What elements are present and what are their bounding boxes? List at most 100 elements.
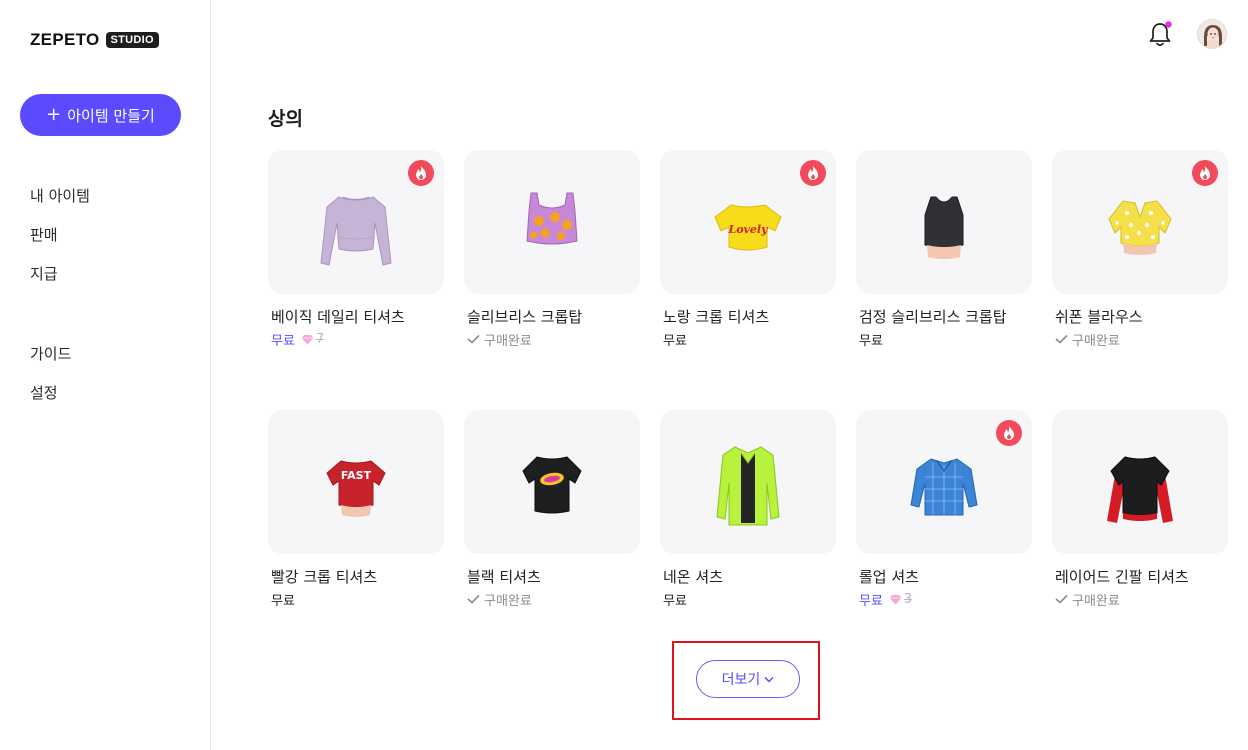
gem-icon bbox=[889, 594, 902, 604]
item-card[interactable]: 레이어드 긴팔 티셔츠 구매완료 bbox=[1052, 410, 1228, 609]
hot-badge bbox=[996, 420, 1022, 446]
yellow-floral-blouse-icon bbox=[1108, 200, 1172, 255]
purple-lemon-croptop-icon bbox=[526, 192, 578, 245]
notification-dot bbox=[1165, 21, 1172, 28]
item-card[interactable]: 검정 슬리브리스 크롭탑 무료 bbox=[856, 150, 1032, 349]
item-thumbnail[interactable] bbox=[464, 150, 640, 294]
item-price: 구매완료 bbox=[1052, 590, 1228, 609]
create-item-label: 아이템 만들기 bbox=[67, 106, 155, 125]
item-name: 베이직 데일리 티셔츠 bbox=[271, 308, 405, 326]
check-icon bbox=[1055, 594, 1068, 604]
item-card[interactable]: 슬리브리스 크롭탑 구매완료 bbox=[464, 150, 640, 349]
gem-count: 7 bbox=[315, 331, 325, 347]
hot-badge bbox=[800, 160, 826, 186]
price-free-label: 무료 bbox=[663, 593, 687, 609]
black-graphic-tee-icon bbox=[522, 456, 582, 514]
sidebar-item-guide[interactable]: 가이드 bbox=[30, 342, 90, 381]
load-more-button[interactable]: 더보기 bbox=[696, 660, 800, 698]
price-free-label: 무료 bbox=[859, 593, 883, 609]
neon-green-shirt-icon bbox=[716, 446, 780, 526]
purchased-label: 구매완료 bbox=[1072, 593, 1120, 609]
price-free-label: 무료 bbox=[663, 333, 687, 349]
check-icon bbox=[1055, 334, 1068, 344]
avatar[interactable] bbox=[1197, 19, 1227, 49]
item-name: 롤업 셔츠 bbox=[859, 568, 919, 586]
gem-count: 3 bbox=[903, 591, 913, 607]
sidebar-item-sales[interactable]: 판매 bbox=[30, 223, 90, 262]
load-more-label: 더보기 bbox=[721, 672, 761, 688]
lavender-longsleeve-crop-icon bbox=[320, 196, 392, 266]
item-card[interactable]: Lovely 노랑 크롭 티셔츠 무료 bbox=[660, 150, 836, 349]
item-name: 쉬폰 블라우스 bbox=[1055, 308, 1143, 326]
item-thumbnail[interactable] bbox=[856, 150, 1032, 294]
item-card[interactable]: FAST 빨강 크롭 티셔츠 무료 bbox=[268, 410, 444, 609]
item-price: 구매완료 bbox=[464, 590, 640, 609]
black-tank-crop-icon bbox=[924, 196, 964, 259]
item-name: 레이어드 긴팔 티셔츠 bbox=[1055, 568, 1189, 586]
zepeto-studio-logo[interactable]: ZEPETO STUDIO bbox=[30, 30, 159, 50]
item-thumbnail[interactable] bbox=[268, 150, 444, 294]
plus-icon: + bbox=[46, 104, 62, 125]
item-price: 무료 7 bbox=[268, 330, 444, 349]
original-gem-price: 7 bbox=[301, 332, 324, 347]
item-name: 슬리브리스 크롭탑 bbox=[467, 308, 583, 326]
item-card[interactable]: 롤업 셔츠 무료 3 bbox=[856, 410, 1032, 609]
purchased-label: 구매완료 bbox=[1072, 333, 1120, 349]
purchased-label: 구매완료 bbox=[484, 333, 532, 349]
sidebar: ZEPETO STUDIO + 아이템 만들기 내 아이템 판매 지급 가이드 … bbox=[0, 0, 211, 750]
item-thumbnail[interactable]: FAST bbox=[268, 410, 444, 554]
logo-badge: STUDIO bbox=[105, 32, 159, 48]
item-name: 블랙 티셔츠 bbox=[467, 568, 541, 586]
item-price: 무료 bbox=[660, 330, 836, 349]
item-card[interactable]: 쉬폰 블라우스 구매완료 bbox=[1052, 150, 1228, 349]
item-thumbnail[interactable] bbox=[660, 410, 836, 554]
item-price: 무료 3 bbox=[856, 590, 1032, 609]
item-thumbnail[interactable] bbox=[1052, 150, 1228, 294]
item-thumbnail[interactable] bbox=[856, 410, 1032, 554]
black-red-layered-tee-icon bbox=[1107, 456, 1173, 523]
sidebar-item-settings[interactable]: 설정 bbox=[30, 381, 90, 420]
item-price: 무료 bbox=[660, 590, 836, 609]
hot-badge bbox=[408, 160, 434, 186]
sidebar-item-my-items[interactable]: 내 아이템 bbox=[30, 184, 90, 223]
item-thumbnail[interactable] bbox=[1052, 410, 1228, 554]
original-gem-price: 3 bbox=[889, 592, 912, 607]
notification-bell-icon[interactable] bbox=[1148, 20, 1174, 48]
item-card[interactable]: 네온 셔츠 무료 bbox=[660, 410, 836, 609]
logo-wordmark: ZEPETO bbox=[30, 30, 100, 49]
item-name: 검정 슬리브리스 크롭탑 bbox=[859, 308, 1007, 326]
item-price: 구매완료 bbox=[464, 330, 640, 349]
create-item-button[interactable]: + 아이템 만들기 bbox=[20, 94, 181, 136]
purchased-status: 구매완료 bbox=[1055, 590, 1120, 609]
item-price: 무료 bbox=[268, 590, 444, 609]
item-name: 빨강 크롭 티셔츠 bbox=[271, 568, 378, 586]
check-icon bbox=[467, 594, 480, 604]
item-card[interactable]: 블랙 티셔츠 구매완료 bbox=[464, 410, 640, 609]
price-free-label: 무료 bbox=[271, 333, 295, 349]
item-price: 무료 bbox=[856, 330, 1032, 349]
sidebar-item-payout[interactable]: 지급 bbox=[30, 262, 90, 301]
flame-icon bbox=[1004, 426, 1014, 440]
section-title-tops: 상의 bbox=[268, 108, 303, 130]
sidebar-nav: 내 아이템 판매 지급 가이드 설정 bbox=[30, 184, 90, 420]
item-thumbnail[interactable]: Lovely bbox=[660, 150, 836, 294]
flame-icon bbox=[416, 166, 426, 180]
tee-print-text: Lovely bbox=[727, 223, 769, 236]
chevron-down-icon bbox=[764, 676, 774, 683]
flame-icon bbox=[1200, 166, 1210, 180]
price-free-label: 무료 bbox=[271, 593, 295, 609]
purchased-status: 구매완료 bbox=[1055, 330, 1120, 349]
purchased-status: 구매완료 bbox=[467, 330, 532, 349]
yellow-lovely-tee-icon: Lovely bbox=[714, 204, 782, 251]
red-fast-tee-icon: FAST bbox=[326, 460, 386, 517]
check-icon bbox=[467, 334, 480, 344]
item-name: 네온 셔츠 bbox=[663, 568, 723, 586]
tee-print-text: FAST bbox=[341, 469, 372, 482]
item-card[interactable]: 베이직 데일리 티셔츠 무료 7 bbox=[268, 150, 444, 349]
blue-check-shirt-icon bbox=[910, 458, 978, 516]
price-free-label: 무료 bbox=[859, 333, 883, 349]
item-thumbnail[interactable] bbox=[464, 410, 640, 554]
gem-icon bbox=[301, 334, 314, 344]
item-price: 구매완료 bbox=[1052, 330, 1228, 349]
